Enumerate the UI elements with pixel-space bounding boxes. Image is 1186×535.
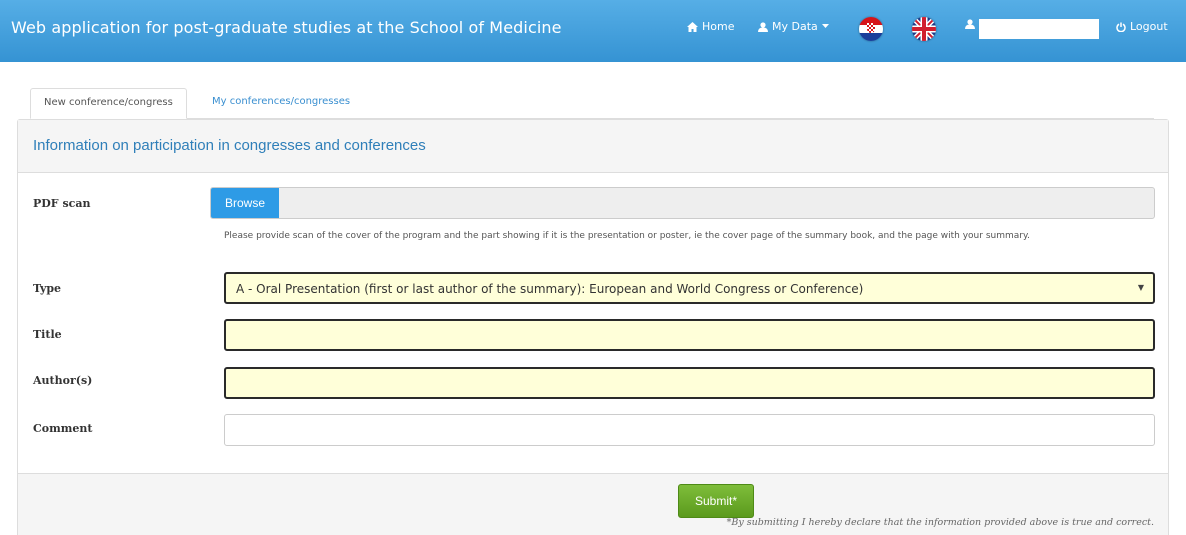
authors-label: Author(s) — [33, 374, 93, 387]
authors-input[interactable] — [224, 367, 1155, 399]
submit-button[interactable]: Submit* — [678, 484, 754, 518]
pdf-help-text: Please provide scan of the cover of the … — [224, 231, 1030, 241]
form-panel: Information on participation in congress… — [17, 119, 1169, 535]
panel-heading: Information on participation in congress… — [18, 120, 1168, 173]
tab-my-conferences[interactable]: My conferences/congresses — [199, 88, 363, 119]
logout-label: Logout — [1130, 20, 1168, 33]
nav-mydata-label: My Data — [772, 20, 818, 33]
browse-button[interactable]: Browse — [211, 188, 279, 218]
user-icon — [758, 21, 768, 32]
panel-footer: Submit* *By submitting I hereby declare … — [18, 473, 1168, 535]
submit-declaration: *By submitting I hereby declare that the… — [726, 517, 1154, 528]
app-title[interactable]: Web application for post-graduate studie… — [11, 18, 562, 37]
home-icon — [687, 21, 698, 32]
title-input[interactable] — [224, 319, 1155, 351]
tab-new-conference[interactable]: New conference/congress — [30, 88, 187, 119]
logout-link[interactable]: Logout — [1116, 20, 1168, 33]
comment-input[interactable] — [224, 414, 1155, 446]
top-navbar: Web application for post-graduate studie… — [0, 0, 1186, 62]
pdf-file-input[interactable]: Browse — [210, 187, 1155, 219]
type-selected-value: A - Oral Presentation (first or last aut… — [236, 282, 864, 296]
caret-down-icon — [821, 24, 829, 28]
pdf-scan-label: PDF scan — [33, 197, 91, 210]
power-icon — [1116, 22, 1126, 32]
username-display — [979, 19, 1099, 39]
uk-flag-icon[interactable] — [912, 17, 936, 41]
croatian-flag-icon[interactable] — [859, 17, 883, 41]
type-select[interactable]: A - Oral Presentation (first or last aut… — [224, 272, 1155, 304]
comment-label: Comment — [33, 422, 93, 435]
uk-flag-graphic — [912, 17, 936, 41]
title-label: Title — [33, 328, 62, 341]
nav-home-label: Home — [702, 20, 735, 33]
nav-home-link[interactable]: Home — [687, 20, 734, 33]
panel-title: Information on participation in congress… — [33, 137, 426, 154]
user-account-icon — [965, 19, 975, 29]
type-label: Type — [33, 282, 62, 295]
nav-mydata-dropdown[interactable]: My Data — [758, 20, 829, 33]
croatian-coat-of-arms — [867, 23, 875, 33]
select-arrow-icon: ▼ — [1137, 283, 1144, 292]
